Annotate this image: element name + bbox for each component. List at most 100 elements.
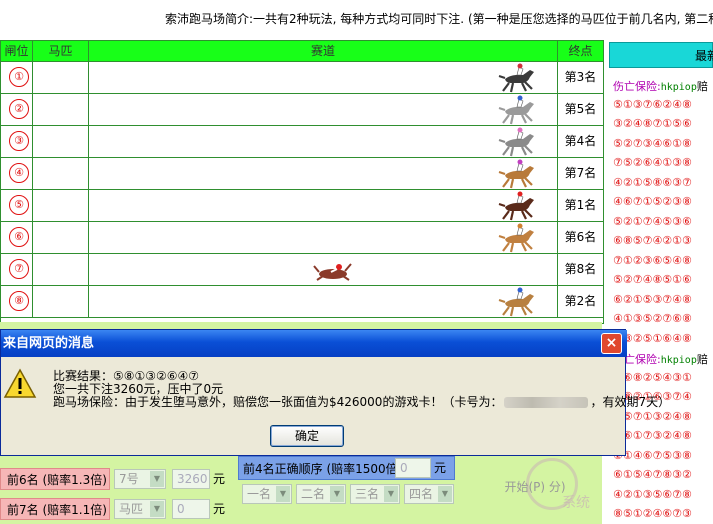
result-sequence: ⑥⑧⑤⑦④②①③ xyxy=(613,234,692,247)
header-horse: 马匹 xyxy=(33,41,89,61)
track-row-6: ⑥ 第6名 xyxy=(1,222,603,254)
track-header-row: 闸位 马匹 赛道 终点 xyxy=(1,41,603,62)
gate-number: ⑥ xyxy=(9,227,29,247)
track-row-4: ④ 第7名 xyxy=(1,158,603,190)
bet-amount-input-top6[interactable]: 3260 xyxy=(172,469,210,489)
gate-number: ① xyxy=(9,67,29,87)
finish-place: 第6名 xyxy=(564,230,597,244)
finish-place: 第7名 xyxy=(564,166,597,180)
feed-result-sequence: ④②①③⑤⑥⑦⑧ xyxy=(613,488,692,501)
close-icon[interactable]: × xyxy=(601,333,622,354)
bet-label-top7: 前7名 (赔率1.1倍) xyxy=(0,498,110,520)
lane-cell xyxy=(89,94,558,125)
result-sequence: ⑦①②③⑥⑤④⑧ xyxy=(613,253,692,267)
feed-label: 伤亡保险: xyxy=(613,80,661,93)
bet-label-top6: 前6名 (赔率1.3倍) xyxy=(0,468,110,490)
rank-select-4[interactable]: 四名 xyxy=(404,484,454,504)
feed-tail: 赔 xyxy=(696,353,708,366)
horse-icon xyxy=(497,191,539,224)
feed-result-sequence: ⑤②⑦③④⑥①⑧ xyxy=(613,137,692,150)
header-track: 赛道 xyxy=(89,41,558,61)
horse-icon xyxy=(497,223,539,256)
feed-result-sequence: ⑥①⑤④⑦⑧③② xyxy=(613,468,692,481)
ok-button[interactable]: 确定 xyxy=(270,425,344,447)
result-sequence: ⑤②①⑦④⑤③⑥ xyxy=(613,214,692,228)
gate-cell: ⑤ xyxy=(1,190,33,221)
result-sequence: ⑤②⑦③④⑥①⑧ xyxy=(613,136,692,150)
horse-cell xyxy=(33,126,89,157)
feed-result-sequence: ⑤①③⑦⑥②④⑧ xyxy=(613,98,692,111)
header-gate: 闸位 xyxy=(1,41,33,61)
feed-result-sequence: ⑤②①⑦④⑤③⑥ xyxy=(613,215,692,228)
intro-bar: 索沛跑马场简介:一共有2种玩法, 每种方式均可同时下注. (第一种是压您选择的马… xyxy=(0,0,713,36)
bet-unit-top6: 元 xyxy=(213,472,226,486)
gate-number: ④ xyxy=(9,163,29,183)
result-sequence: ④②①③⑤⑥⑦⑧ xyxy=(613,487,692,501)
result-sequence: ⑦⑤②⑥④①③⑧ xyxy=(613,156,692,169)
rank-select-3[interactable]: 三名 xyxy=(350,484,400,504)
gate-number: ⑤ xyxy=(9,195,29,215)
horse-cell xyxy=(33,190,89,221)
gate-cell: ⑥ xyxy=(1,222,33,253)
bet-horse-select-top7[interactable]: 马匹 xyxy=(114,499,166,519)
order-bet-box: 前4名正确顺序 (赔率1500倍) 0 元 xyxy=(238,456,455,480)
feed-result-sequence: ③②④⑧⑦①⑤⑥ xyxy=(613,117,692,130)
order-unit: 元 xyxy=(434,461,447,475)
result-sequence: ⑥①⑤④⑦⑧③② xyxy=(613,468,692,481)
feed-insurance-line: 伤亡保险:hkpiop赔 xyxy=(613,351,708,367)
feed-user-link[interactable]: hkpiop xyxy=(661,355,697,366)
feed-tail: 赔 xyxy=(696,80,708,93)
watermark-text: 系统 xyxy=(562,495,590,511)
finish-place: 第4名 xyxy=(564,134,597,148)
bet-unit-top7: 元 xyxy=(213,502,226,516)
bet-amount-input-top7[interactable]: 0 xyxy=(172,499,210,519)
feed-result-sequence: ⑧⑤①②④⑥⑦③ xyxy=(613,507,692,520)
gate-cell: ② xyxy=(1,94,33,125)
order-bet-label: 前4名正确顺序 (赔率1500倍) xyxy=(243,462,403,476)
finish-place: 第2名 xyxy=(564,294,597,308)
rank-select-1[interactable]: 一名 xyxy=(242,484,292,504)
feed-result-sequence: ④①③⑤②⑦⑥⑧ xyxy=(613,312,692,325)
finish-place: 第8名 xyxy=(564,262,597,276)
result-sequence: ④②①⑤⑧⑥③⑦ xyxy=(613,175,692,189)
feed-result-sequence: ④②①⑤⑧⑥③⑦ xyxy=(613,176,692,189)
feed-result-sequence: ⑥②①⑤③⑦④⑧ xyxy=(613,293,692,306)
feed-result-sequence: ④⑥⑦①⑤②③⑧ xyxy=(613,195,692,208)
intro-text: 索沛跑马场简介:一共有2种玩法, 每种方式均可同时下注. (第一种是压您选择的马… xyxy=(165,12,713,26)
feed-result-sequence: ⑥⑧⑤⑦④②①③ xyxy=(613,234,692,247)
gate-cell: ⑧ xyxy=(1,286,33,317)
race-track-table: 闸位 马匹 赛道 终点 ① 第3名 ② 第5名 ③ 第4名 ④ 第7名 ⑤ 第1名 ⑥ 第6名 ⑦ 第8名… xyxy=(0,40,604,324)
finish-place: 第1名 xyxy=(564,198,597,212)
dialog-title: 来自网页的消息 xyxy=(1,330,627,357)
horse-cell xyxy=(33,158,89,189)
insurance-suffix: ，有效期7天） xyxy=(590,395,671,409)
horse-cell xyxy=(33,286,89,317)
result-sequence: ⑤①③⑦⑥②④⑧ xyxy=(613,97,692,111)
lane-cell xyxy=(89,158,558,189)
rank-select-2[interactable]: 二名 xyxy=(296,484,346,504)
horse-icon xyxy=(497,159,539,192)
gate-cell: ① xyxy=(1,62,33,93)
feed-user-link[interactable]: hkpiop xyxy=(661,82,697,93)
gate-number: ② xyxy=(9,99,29,119)
result-sequence: ④①③⑤②⑦⑥⑧ xyxy=(613,312,692,325)
bet-horse-select-top6[interactable]: 7号 xyxy=(114,469,166,489)
feed-result-sequence: ⑦①②③⑥⑤④⑧ xyxy=(613,254,692,267)
alert-dialog: 来自网页的消息 × 比赛结果：⑤⑧①③②⑥④⑦ 您一共下注3260元，压中了0元… xyxy=(0,329,670,456)
track-row-5: ⑤ 第1名 xyxy=(1,190,603,222)
panel-title: 最新 xyxy=(609,42,713,68)
warning-icon xyxy=(3,368,37,398)
track-row-7: ⑦ 第8名 xyxy=(1,254,603,286)
gate-number: ③ xyxy=(9,131,29,151)
finish-place: 第5名 xyxy=(564,102,597,116)
lane-cell xyxy=(89,286,558,317)
gate-number: ⑦ xyxy=(9,259,29,279)
track-row-3: ③ 第4名 xyxy=(1,126,603,158)
blurred-card-number xyxy=(504,397,589,408)
horse-cell xyxy=(33,254,89,285)
order-amount-input[interactable]: 0 xyxy=(395,458,431,478)
gate-cell: ⑦ xyxy=(1,254,33,285)
feed-insurance-line: 伤亡保险:hkpiop赔 xyxy=(613,78,708,94)
horse-icon xyxy=(497,287,539,320)
feed-result-sequence: ⑤②⑦④⑧⑤①⑥ xyxy=(613,273,692,286)
